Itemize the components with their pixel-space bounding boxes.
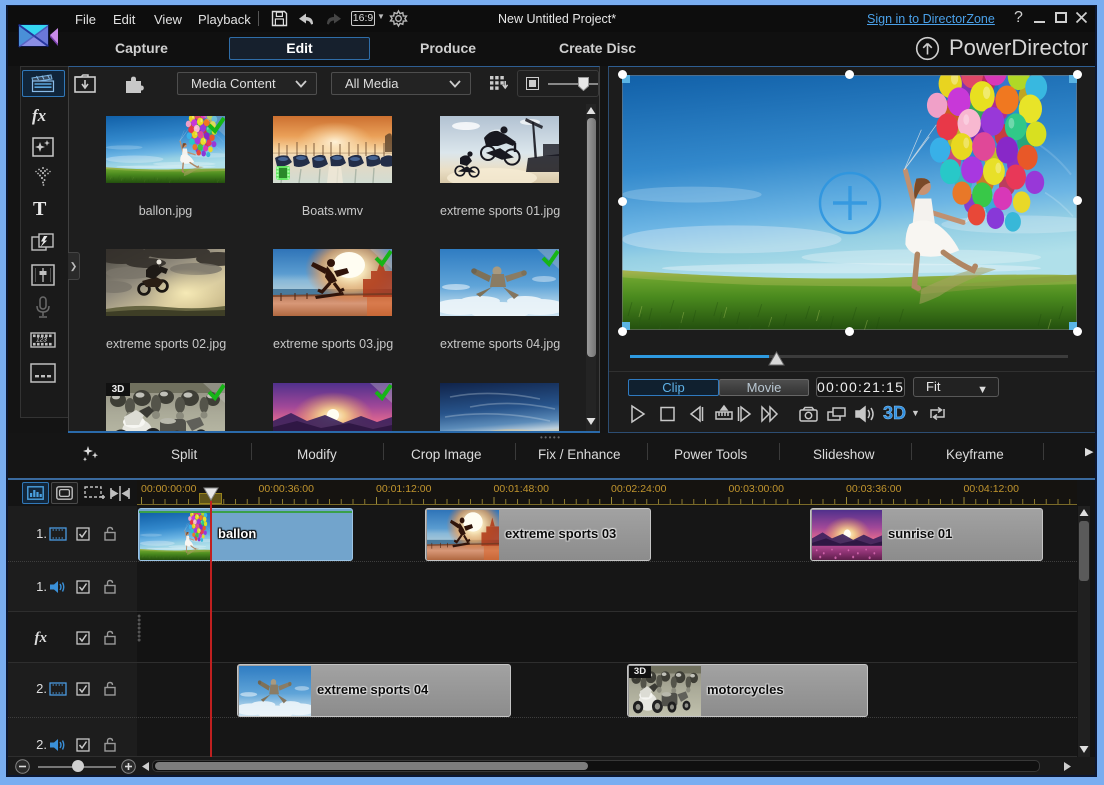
svg-text:00:04:12:00: 00:04:12:00 [964,483,1020,495]
svg-text:00:03:00:00: 00:03:00:00 [729,483,785,495]
svg-text:123: 123 [36,337,47,344]
svg-text:00:01:48:00: 00:01:48:00 [494,483,550,495]
svg-text:00:02:24:00: 00:02:24:00 [611,483,667,495]
svg-text:00:00:00:00: 00:00:00:00 [141,483,197,495]
svg-text:00:00:36:00: 00:00:36:00 [259,483,315,495]
svg-text:00:01:12:00: 00:01:12:00 [376,483,432,495]
svg-text:3D: 3D [883,403,906,423]
svg-text:00:03:36:00: 00:03:36:00 [846,483,902,495]
